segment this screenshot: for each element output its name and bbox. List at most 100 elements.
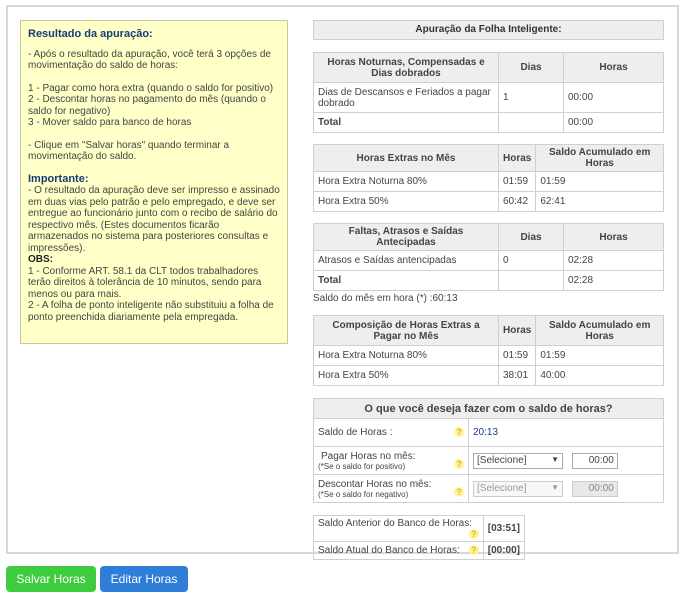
pagar-select-value: [Selecione]	[477, 454, 527, 466]
table-row: Dias de Descansos e Feriados a pagar dob…	[313, 82, 664, 113]
help-icon[interactable]: ?	[454, 486, 464, 497]
col-header: Dias	[498, 223, 564, 251]
col-header: Saldo Acumulado em Horas	[535, 144, 664, 172]
cell: ? Descontar Horas no mês: (*Se o saldo f…	[313, 474, 469, 503]
chevron-down-icon: ▼	[551, 482, 559, 492]
info-heading: Resultado da apuração:	[28, 28, 153, 40]
pagar-label: Pagar Horas no mês:	[321, 450, 416, 462]
cell: [Selecione] ▼ 00:00	[468, 474, 664, 503]
col-header: Saldo Acumulado em Horas	[535, 315, 664, 346]
table-row: Hora Extra Noturna 80% 01:59 01:59	[313, 345, 664, 366]
cell: Hora Extra 50%	[313, 191, 499, 212]
saldo-label: Saldo de Horas :	[318, 427, 393, 438]
cell: Saldo Atual do Banco de Horas: ?	[313, 541, 484, 560]
saldo-value: 20:13	[468, 418, 664, 447]
cell: Dias de Descansos e Feriados a pagar dob…	[313, 82, 499, 113]
pagar-row: ? Pagar Horas no mês: (*Se o saldo for p…	[313, 446, 664, 475]
info-obs-2: 2 - A folha de ponto inteligente não sub…	[28, 300, 274, 323]
cell: Atrasos e Saídas antencipadas	[313, 250, 499, 271]
cell	[498, 270, 564, 291]
info-important-text: - O resultado da apuração deve ser impre…	[28, 185, 280, 254]
cell: Saldo de Horas : ?	[313, 418, 469, 447]
question-title: O que você deseja fazer com o saldo de h…	[313, 398, 664, 419]
cell: [Selecione] ▼ 00:00	[468, 446, 664, 475]
faltas-table: Faltas, Atrasos e Saídas Antecipadas Dia…	[313, 223, 664, 291]
noturnas-table: Horas Noturnas, Compensadas e Dias dobra…	[313, 52, 664, 133]
col-header: Composição de Horas Extras a Pagar no Mê…	[313, 315, 499, 346]
help-icon[interactable]: ?	[468, 545, 479, 555]
info-important-heading: Importante:	[28, 172, 89, 185]
extras-table: Horas Extras no Mês Horas Saldo Acumulad…	[313, 144, 664, 212]
table-row: Saldo Atual do Banco de Horas: ? [00:00]	[313, 541, 526, 560]
saldo-row: Saldo de Horas : ? 20:13	[313, 418, 664, 447]
col-header: Faltas, Atrasos e Saídas Antecipadas	[313, 223, 499, 251]
bank-anterior-label: Saldo Anterior do Banco de Horas:	[318, 518, 472, 529]
bank-atual-value: [00:00]	[482, 541, 526, 560]
cell: Hora Extra Noturna 80%	[313, 345, 499, 366]
cell: Total	[313, 270, 499, 291]
help-icon[interactable]: ?	[468, 529, 479, 539]
cell: 0	[498, 250, 564, 271]
chevron-down-icon: ▼	[551, 454, 559, 464]
col-header: Dias	[498, 52, 564, 83]
info-obs-1: 1 - Conforme ART. 58.1 da CLT todos trab…	[28, 265, 262, 300]
info-obs-heading: OBS:	[28, 254, 53, 265]
cell: 01:59	[497, 345, 537, 366]
cell: 1	[498, 82, 564, 113]
col-header: Horas	[563, 52, 664, 83]
col-header: Horas	[497, 315, 537, 346]
table-row: Hora Extra 50% 38:01 40:00	[313, 365, 664, 386]
panel-title: Apuração da Folha Inteligente:	[313, 20, 664, 40]
cell: Hora Extra 50%	[313, 365, 499, 386]
col-header: Horas Extras no Mês	[313, 144, 499, 172]
table-row: Saldo Anterior do Banco de Horas: ? [03:…	[313, 515, 526, 542]
pagar-hint: (*Se o saldo for positivo)	[318, 461, 406, 471]
table-row: Hora Extra 50% 60:42 62:41	[313, 191, 664, 212]
composicao-table: Composição de Horas Extras a Pagar no Mê…	[313, 315, 664, 386]
cell: Hora Extra Noturna 80%	[313, 171, 499, 192]
info-line: - Após o resultado da apuração, você ter…	[28, 48, 271, 72]
descontar-select[interactable]: [Selecione] ▼	[473, 480, 563, 497]
pagar-select[interactable]: [Selecione] ▼	[473, 452, 563, 469]
pagar-time-input[interactable]: 00:00	[571, 452, 618, 469]
descontar-time-input[interactable]: 00:00	[571, 480, 618, 497]
cell: 02:28	[563, 250, 664, 271]
cell: 00:00	[563, 82, 664, 113]
cell: Saldo Anterior do Banco de Horas: ?	[313, 515, 484, 542]
col-header: Horas	[563, 223, 664, 251]
desc-label: Descontar Horas no mês:	[318, 478, 432, 490]
cell: 01:59	[535, 345, 664, 366]
info-option-1: 1 - Pagar como hora extra (quando o sald…	[28, 82, 274, 94]
edit-button[interactable]: Editar Horas	[100, 566, 188, 592]
desc-hint: (*Se o saldo for negativo)	[318, 489, 409, 499]
info-click-note: - Clique em "Salvar horas" quando termin…	[28, 139, 230, 163]
cell: 38:01	[497, 365, 537, 386]
bank-table: Saldo Anterior do Banco de Horas: ? [03:…	[313, 515, 526, 560]
desc-select-value: [Selecione]	[477, 482, 527, 494]
help-icon[interactable]: ?	[454, 458, 464, 469]
bank-anterior-value: [03:51]	[482, 515, 526, 542]
cell: 00:00	[563, 112, 664, 133]
col-header: Horas	[497, 144, 537, 172]
table-row: Hora Extra Noturna 80% 01:59 01:59	[313, 171, 664, 192]
cell: 02:28	[563, 270, 664, 291]
results-panel: Apuração da Folha Inteligente: Horas Not…	[313, 20, 664, 560]
cell	[498, 112, 564, 133]
cell: 60:42	[497, 191, 537, 212]
descontar-row: ? Descontar Horas no mês: (*Se o saldo f…	[313, 474, 664, 503]
cell: 40:00	[535, 365, 664, 386]
saldo-note: Saldo do mês em hora (*) :60:13	[313, 293, 458, 304]
info-panel: Resultado da apuração: - Após o resultad…	[20, 20, 288, 344]
help-icon[interactable]: ?	[454, 427, 464, 437]
cell: 01:59	[497, 171, 537, 192]
cell: ? Pagar Horas no mês: (*Se o saldo for p…	[313, 446, 469, 475]
info-option-3: 3 - Mover saldo para banco de horas	[28, 117, 192, 128]
cell: Total	[313, 112, 499, 133]
table-row-total: Total 02:28	[313, 270, 664, 291]
save-button[interactable]: Salvar Horas	[6, 566, 96, 592]
col-header: Horas Noturnas, Compensadas e Dias dobra…	[313, 52, 499, 83]
saldo-action-table: O que você deseja fazer com o saldo de h…	[313, 398, 664, 503]
cell: 01:59	[535, 171, 664, 192]
cell: 62:41	[535, 191, 664, 212]
info-option-2: 2 - Descontar horas no pagamento do mês …	[28, 94, 266, 117]
